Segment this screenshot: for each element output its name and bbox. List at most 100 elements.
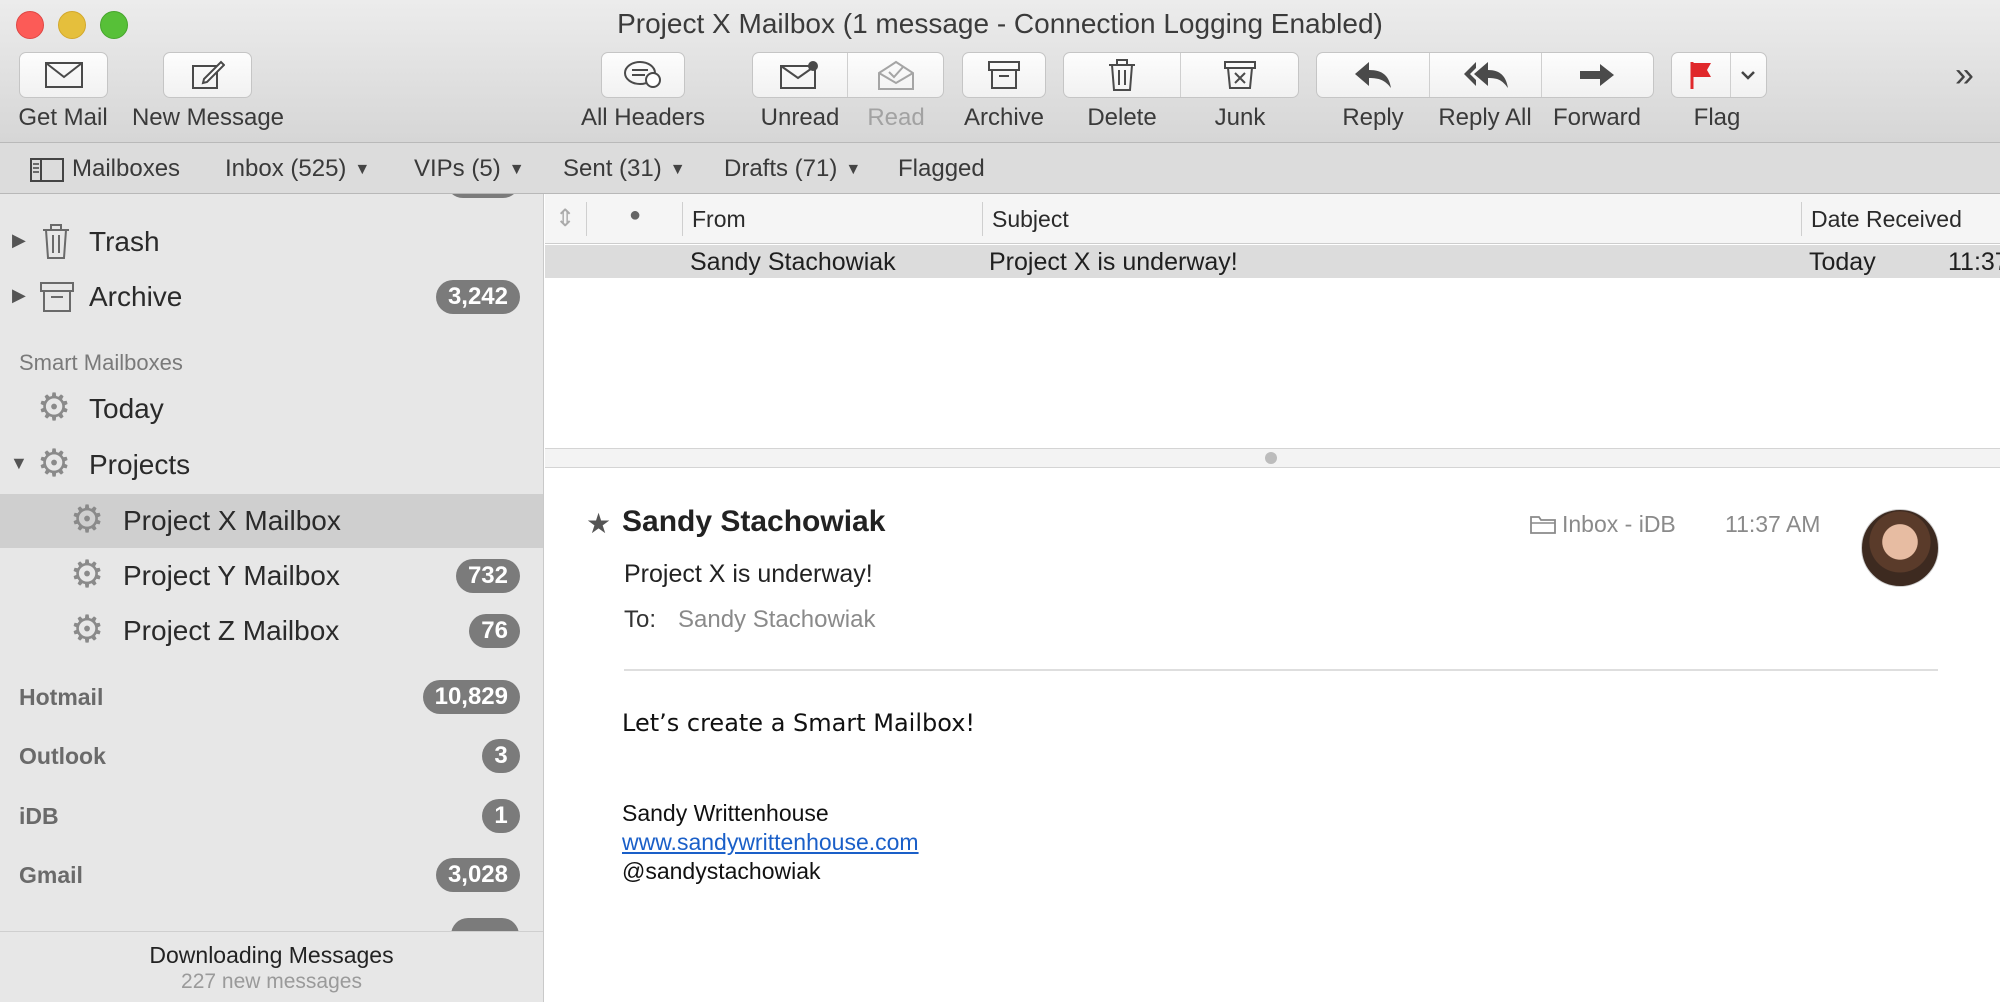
forward-label: Forward: [1552, 104, 1642, 131]
message-date: Today: [1809, 248, 1876, 276]
toolbar: Project X Mailbox (1 message - Connectio…: [0, 0, 2000, 143]
sidebar-account-outlook[interactable]: Outlook 3: [0, 730, 543, 782]
favorites-drafts[interactable]: Drafts (71) ▼: [724, 155, 861, 183]
gear-icon: ⚙: [70, 499, 105, 541]
column-header-date-received[interactable]: Date Received: [1811, 206, 1962, 233]
forward-button[interactable]: [1542, 53, 1653, 97]
sidebar-item-label: Archive: [89, 281, 183, 312]
archive-label: Archive: [963, 104, 1045, 131]
preview-subject: Project X is underway!: [624, 560, 873, 588]
junk-button[interactable]: [1181, 53, 1298, 97]
message-preview: ★ Sandy Stachowiak Inbox - iDB 11:37 AM …: [545, 469, 2000, 1002]
archive-button[interactable]: [962, 52, 1046, 98]
star-icon[interactable]: ★: [586, 507, 611, 540]
forward-icon: [1580, 64, 1615, 86]
get-mail-button[interactable]: [19, 52, 108, 98]
flag-button[interactable]: [1672, 53, 1731, 97]
sidebar-icon: [30, 157, 64, 182]
column-separator: [586, 202, 587, 236]
sidebar-account-hotmail[interactable]: Hotmail 10,829: [0, 671, 543, 723]
sidebar-clipped-row: [0, 194, 543, 204]
sidebar-item-today[interactable]: ⚙ Today: [0, 383, 543, 435]
preview-mailbox[interactable]: Inbox - iDB: [1530, 511, 1676, 538]
gear-icon: ⚙: [70, 554, 105, 596]
download-status-title: Downloading Messages: [149, 942, 394, 968]
gear-icon: ⚙: [37, 443, 72, 485]
reply-button[interactable]: [1317, 53, 1431, 97]
sidebar-item-label: Projects: [89, 449, 191, 480]
reply-all-button[interactable]: [1430, 53, 1542, 97]
read-button[interactable]: [848, 53, 943, 97]
body-text: Let’s create a Smart Mailbox!: [622, 709, 976, 737]
flag-menu-button[interactable]: [1731, 53, 1766, 97]
disclosure-triangle-icon[interactable]: ▶: [12, 230, 26, 251]
window-title: Project X Mailbox (1 message - Connectio…: [617, 8, 1383, 39]
preview-to-value[interactable]: Sandy Stachowiak: [678, 606, 875, 634]
column-header-subject[interactable]: Subject: [992, 206, 1069, 233]
sidebar-item-project-z[interactable]: ⚙ Project Z Mailbox 76: [0, 605, 543, 657]
disclosure-triangle-icon[interactable]: ▶: [12, 285, 26, 306]
favorites-vips[interactable]: VIPs (5) ▼: [414, 155, 525, 183]
chevron-down-icon: ▼: [354, 160, 371, 178]
reply-all-icon: [1463, 62, 1508, 88]
sidebar-account-idb[interactable]: iDB 1: [0, 790, 543, 842]
disclosure-triangle-icon[interactable]: ▼: [10, 453, 28, 474]
sidebar-item-project-y[interactable]: ⚙ Project Y Mailbox 732: [0, 550, 543, 602]
sidebar-section-smart-mailboxes[interactable]: Smart Mailboxes: [19, 350, 183, 376]
read-label: Read: [867, 104, 925, 131]
unread-button[interactable]: [753, 53, 848, 97]
flag-icon: [1690, 62, 1711, 89]
signature-link[interactable]: www.sandywrittenhouse.com: [622, 829, 919, 856]
favorites-inbox[interactable]: Inbox (525) ▼: [225, 155, 370, 183]
gear-icon: ⚙: [37, 387, 72, 429]
preview-sender: Sandy Stachowiak: [622, 505, 886, 538]
sidebar-account-gmail[interactable]: Gmail 3,028: [0, 849, 543, 901]
sidebar-item-label: Project Z Mailbox: [123, 615, 340, 646]
sidebar-account-label: Outlook: [19, 743, 106, 769]
download-status: Downloading Messages 227 new messages: [0, 931, 543, 1002]
sidebar-item-project-x[interactable]: ⚙ Project X Mailbox: [0, 494, 543, 548]
unread-column-icon[interactable]: ●: [629, 204, 641, 227]
sidebar-item-archive[interactable]: ▶ Archive 3,242: [0, 271, 543, 323]
unread-read-segment: [752, 52, 944, 98]
avatar: [1861, 509, 1939, 587]
sidebar-item-trash[interactable]: ▶ Trash: [0, 216, 543, 268]
delete-button[interactable]: [1064, 53, 1181, 97]
junk-icon: [1223, 61, 1256, 89]
sidebar-item-projects[interactable]: ▼ ⚙ Projects: [0, 439, 543, 491]
favorites-flagged-label: Flagged: [898, 155, 985, 182]
favorites-vips-label: VIPs (5): [414, 155, 501, 182]
thread-toggle-icon[interactable]: ⇕: [555, 204, 575, 233]
envelope-icon: [44, 62, 83, 88]
mailbox-count-badge: 1: [482, 799, 520, 833]
favorites-sent[interactable]: Sent (31) ▼: [563, 155, 686, 183]
favorites-mailboxes-button[interactable]: Mailboxes: [30, 155, 180, 183]
archive-box-icon: [988, 61, 1020, 89]
favorites-flagged[interactable]: Flagged: [898, 155, 985, 183]
new-message-label: New Message: [131, 104, 285, 131]
chevron-down-icon: ▼: [508, 160, 525, 178]
preview-time: 11:37 AM: [1725, 511, 1821, 537]
all-headers-button[interactable]: [601, 52, 685, 98]
sidebar-account-label: iDB: [19, 803, 59, 829]
reply-icon: [1355, 62, 1392, 88]
toolbar-overflow-button[interactable]: »: [1955, 56, 1974, 95]
mailbox-count-badge: 76: [469, 614, 520, 648]
favorites-bar: Mailboxes Inbox (525) ▼ VIPs (5) ▼ Sent (3…: [0, 143, 2000, 194]
reply-all-label: Reply All: [1438, 104, 1532, 131]
header-divider: [624, 669, 1938, 671]
split-divider-handle[interactable]: [1265, 452, 1277, 464]
chevron-down-icon: ▼: [669, 160, 686, 178]
mailbox-count-badge: 3,028: [435, 858, 520, 892]
message-row[interactable]: Sandy Stachowiak Project X is underway! …: [545, 245, 2000, 278]
favorites-mailboxes-label: Mailboxes: [72, 155, 181, 182]
folder-icon: [1530, 516, 1556, 534]
sidebar-item-label: Trash: [89, 226, 160, 257]
column-separator: [982, 202, 983, 236]
column-header-from[interactable]: From: [692, 206, 746, 233]
read-envelope-icon: [877, 60, 914, 90]
new-message-button[interactable]: [163, 52, 252, 98]
sidebar-account-label: Gmail: [19, 862, 83, 888]
flag-label: Flag: [1693, 104, 1741, 131]
message-list-header: ⇕ ● From Subject Date Received: [545, 194, 2000, 244]
